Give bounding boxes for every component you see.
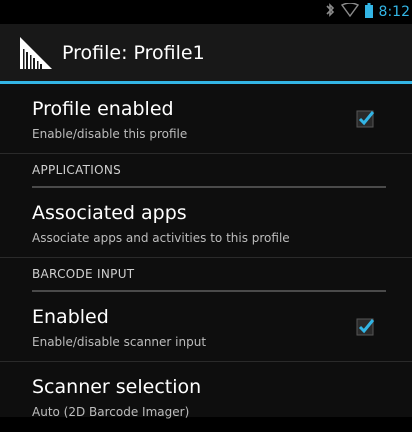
wifi-icon bbox=[340, 2, 359, 21]
section-header-applications: APPLICATIONS bbox=[32, 154, 386, 188]
app-logo-icon[interactable] bbox=[12, 31, 56, 75]
barcode-enabled-checkbox[interactable] bbox=[356, 316, 376, 336]
pref-title: Associated apps bbox=[32, 202, 187, 224]
profile-enabled-checkbox[interactable] bbox=[356, 108, 376, 128]
pref-barcode-enabled[interactable]: Enabled Enable/disable scanner input bbox=[0, 292, 412, 362]
pref-summary: Associate apps and activities to this pr… bbox=[32, 231, 290, 245]
pref-profile-enabled[interactable]: Profile enabled Enable/disable this prof… bbox=[0, 84, 412, 154]
pref-summary: Enable/disable scanner input bbox=[32, 335, 207, 349]
pref-title: Enabled bbox=[32, 306, 109, 328]
pref-summary: Enable/disable this profile bbox=[32, 127, 188, 141]
page-title: Profile: Profile1 bbox=[62, 41, 205, 64]
pref-title: Profile enabled bbox=[32, 98, 174, 120]
bluetooth-icon bbox=[325, 3, 335, 21]
action-bar: Profile: Profile1 bbox=[0, 24, 412, 84]
status-time: 8:12 bbox=[378, 4, 410, 20]
pref-scanner-selection[interactable]: Scanner selection Auto (2D Barcode Image… bbox=[0, 362, 412, 432]
status-bar: 8:12 bbox=[0, 0, 412, 24]
battery-icon bbox=[364, 2, 373, 22]
pref-associated-apps[interactable]: Associated apps Associate apps and activ… bbox=[0, 188, 412, 258]
section-header-barcode-input: BARCODE INPUT bbox=[32, 258, 386, 292]
pref-title: Scanner selection bbox=[32, 376, 202, 398]
preference-list: Profile enabled Enable/disable this prof… bbox=[0, 84, 412, 419]
